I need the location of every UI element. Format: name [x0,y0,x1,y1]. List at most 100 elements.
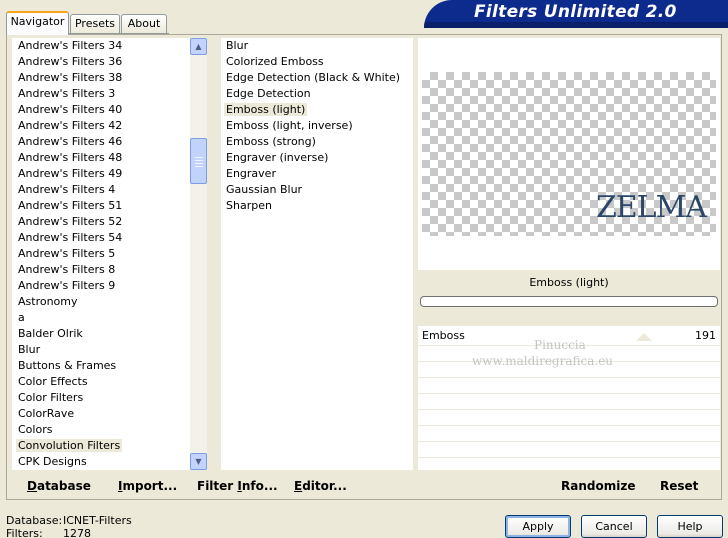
database-button[interactable]: Database [27,477,91,495]
category-item[interactable]: a [16,310,27,326]
category-item[interactable]: Blur [16,342,42,358]
category-item-label: Blur [18,343,41,356]
category-item-label: Andrew's Filters 42 [18,119,123,132]
filter-item[interactable]: Gaussian Blur [224,182,304,198]
category-item[interactable]: Andrew's Filters 36 [16,54,124,70]
category-list[interactable]: Andrew's Filters 34 Andrew's Filters 36 An… [12,38,190,470]
cancel-button[interactable]: Cancel [581,515,647,538]
filter-item[interactable]: Sharpen [224,198,274,214]
preview-panel: ZELMA [418,38,720,270]
parameter-label: Emboss [422,329,465,342]
category-item[interactable]: Balder Olrik [16,326,85,342]
category-item-label: Andrew's Filters 36 [18,55,123,68]
category-item[interactable]: Buttons & Frames [16,358,118,374]
category-item-label: Color Filters [18,391,84,404]
editor-mnemonic: E [294,479,303,493]
category-item[interactable]: Andrew's Filters 49 [16,166,124,182]
parameter-row [418,410,720,426]
scroll-up-icon[interactable]: ▲ [190,38,207,55]
category-item[interactable]: Andrew's Filters 54 [16,230,124,246]
filter-item[interactable]: Emboss (strong) [224,134,318,150]
import-label: mport... [122,479,178,493]
status-filters-label: Filters: [6,527,43,538]
category-item[interactable]: Andrew's Filters 48 [16,150,124,166]
filter-item[interactable]: Blur [224,38,250,54]
category-item[interactable]: Color Filters [16,390,85,406]
category-item[interactable]: Andrew's Filters 46 [16,134,124,150]
preview-logo: ZELMA [595,190,707,225]
import-button[interactable]: Import... [118,477,177,495]
category-item-label: Andrew's Filters 38 [18,71,123,84]
tab-navigator[interactable]: Navigator [6,11,69,35]
filter-item[interactable]: Engraver (inverse) [224,150,330,166]
filter-item-label: Engraver [226,167,276,180]
filter-info-button[interactable]: Filter Info... [197,477,278,495]
category-item[interactable]: Andrew's Filters 34 [16,38,124,54]
category-item-label: Andrew's Filters 34 [18,39,123,52]
category-item[interactable]: CPK Designs [16,454,89,470]
watermark-line2: www.maldiregrafica.eu [472,354,614,368]
status-filters-value: 1278 [63,527,91,538]
category-item[interactable]: Andrew's Filters 38 [16,70,124,86]
filter-item[interactable]: Colorized Emboss [224,54,326,70]
category-item[interactable]: Andrew's Filters 40 [16,102,124,118]
parameter-row [418,442,720,458]
filter-item-label: Emboss (strong) [226,135,316,148]
category-item[interactable]: Astronomy [16,294,80,310]
filter-item-label: Emboss (light, inverse) [226,119,353,132]
preview-image: ZELMA [422,72,716,236]
filter-item[interactable]: Emboss (light) [224,102,308,118]
category-item-label: Andrew's Filters 5 [18,247,116,260]
help-button[interactable]: Help [657,515,723,538]
filter-item[interactable]: Edge Detection (Black & White) [224,70,402,86]
category-item[interactable]: Convolution Filters [16,438,123,454]
status-filters: Filters: 1278 [6,527,91,538]
reset-button[interactable]: Reset [660,477,698,495]
apply-button[interactable]: Apply [505,515,571,538]
category-item[interactable]: Color Effects [16,374,90,390]
category-item-label: Color Effects [18,375,88,388]
category-item-label: CPK Designs [18,455,87,468]
category-item[interactable]: Andrew's Filters 3 [16,86,117,102]
filter-item[interactable]: Emboss (light, inverse) [224,118,355,134]
tab-presets[interactable]: Presets [70,14,120,34]
status-database-value: ICNET-Filters [63,514,132,527]
category-item-label: Astronomy [18,295,78,308]
watermark-line1: Pinuccia [534,338,586,352]
category-item[interactable]: Andrew's Filters 51 [16,198,124,214]
editor-button[interactable]: Editor... [294,477,347,495]
category-item-label: Balder Olrik [18,327,83,340]
slider-thumb-icon[interactable] [636,333,652,341]
banner-title: Filters Unlimited 2.0 [474,2,677,22]
filter-item-label: Colorized Emboss [226,55,324,68]
category-item[interactable]: Andrew's Filters 42 [16,118,124,134]
filter-item[interactable]: Edge Detection [224,86,313,102]
category-item-label: ColorRave [18,407,75,420]
category-item-label: Andrew's Filters 49 [18,167,123,180]
category-item[interactable]: ColorRave [16,406,76,422]
parameter-row [418,458,720,474]
filter-item[interactable]: Engraver [224,166,278,182]
current-filter-title: Emboss (light) [529,276,609,289]
category-item-label: Convolution Filters [16,439,123,452]
category-item[interactable]: Andrew's Filters 5 [16,246,117,262]
category-item[interactable]: Andrew's Filters 8 [16,262,117,278]
category-item[interactable]: Andrew's Filters 4 [16,182,117,198]
tab-about[interactable]: About [121,14,167,34]
category-item[interactable]: Colors [16,422,54,438]
category-item[interactable]: Andrew's Filters 9 [16,278,117,294]
scroll-thumb[interactable] [190,138,207,184]
parameter-row [418,426,720,442]
category-item-label: Andrew's Filters 52 [18,215,123,228]
category-scrollbar[interactable]: ▲ ▼ [190,38,207,470]
category-item[interactable]: Andrew's Filters 52 [16,214,124,230]
scroll-down-icon[interactable]: ▼ [190,453,207,470]
filter-item-label: Edge Detection [226,87,311,100]
randomize-button[interactable]: Randomize [561,477,635,495]
editor-label: ditor... [302,479,347,493]
filter-list[interactable]: Blur Colorized Emboss Edge Detection (Blac… [221,38,413,470]
database-mnemonic: D [27,479,37,493]
database-label: atabase [36,479,91,493]
filter-info-label: nfo... [241,479,278,493]
status-database-label: Database: [6,514,63,527]
